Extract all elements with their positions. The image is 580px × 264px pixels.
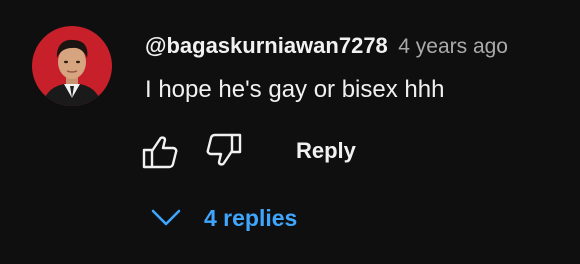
comment-thread: @bagaskurniawan7278 4 years ago I hope h… — [0, 0, 580, 264]
thumbs-down-icon — [206, 133, 242, 166]
thumbs-up-icon — [142, 136, 178, 169]
view-replies-button[interactable]: 4 replies — [150, 198, 297, 238]
comment-timestamp[interactable]: 4 years ago — [398, 35, 508, 58]
replies-count-label: 4 replies — [204, 204, 298, 231]
avatar[interactable] — [32, 26, 112, 106]
like-button[interactable] — [140, 131, 180, 171]
avatar-image — [32, 26, 112, 106]
comment-text: I hope he's gay or bisex hhh — [145, 76, 445, 103]
chevron-down-icon — [151, 209, 181, 226]
dislike-button[interactable] — [204, 131, 244, 171]
comment-header: @bagaskurniawan7278 4 years ago — [145, 31, 508, 64]
comment-author[interactable]: @bagaskurniawan7278 — [145, 33, 388, 58]
reply-button[interactable]: Reply — [296, 136, 356, 166]
